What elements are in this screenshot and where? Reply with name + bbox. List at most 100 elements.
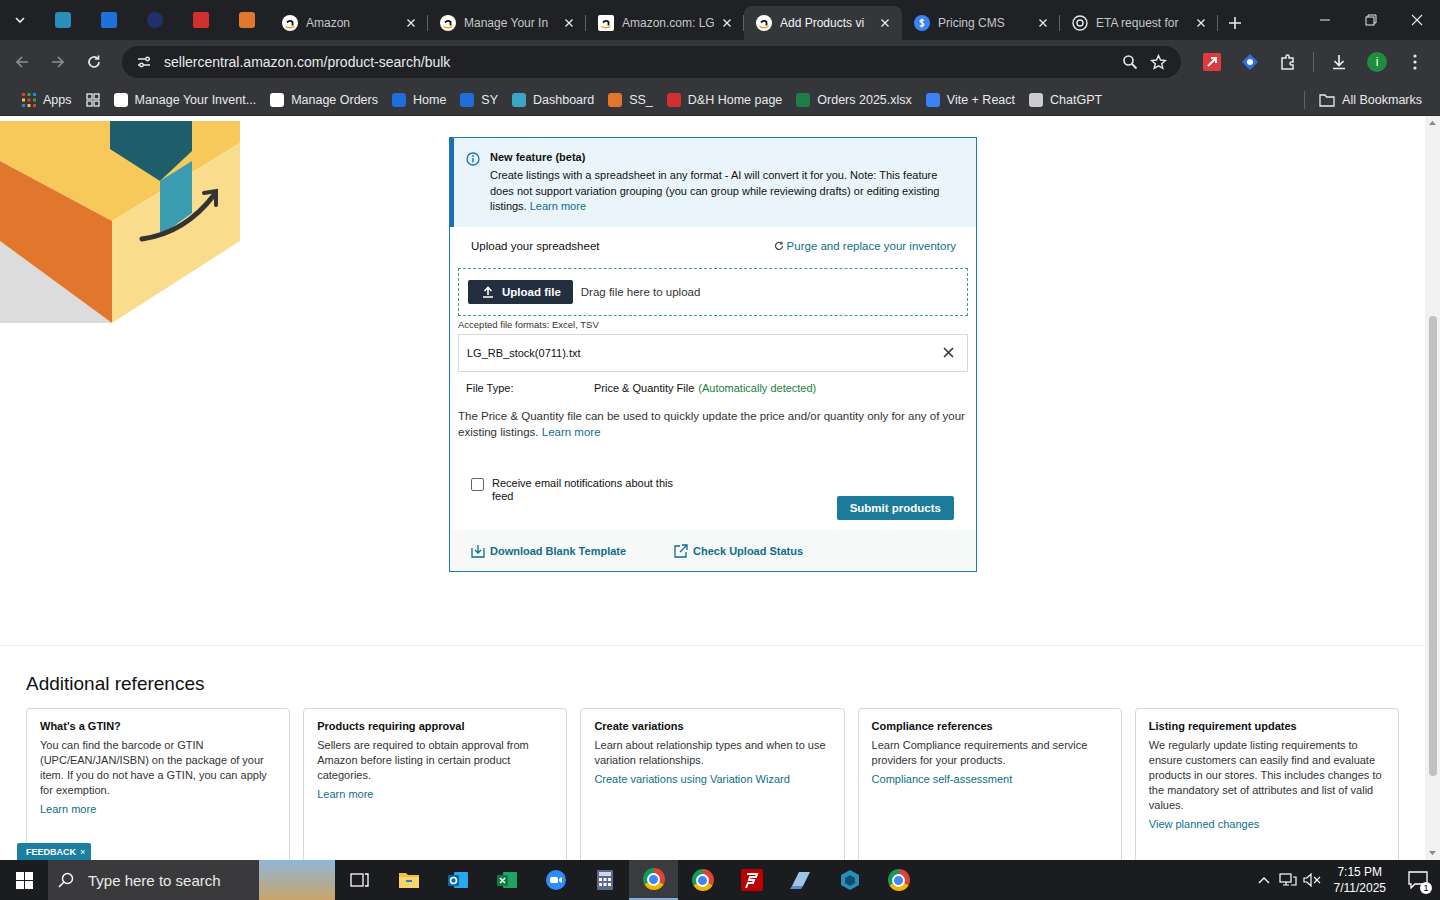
outlook-taskbar-button[interactable] xyxy=(433,860,482,900)
chrome-taskbar-button[interactable] xyxy=(629,860,678,900)
bookmark[interactable]: Dashboard xyxy=(506,89,600,111)
checkbox[interactable] xyxy=(471,478,484,491)
taskbar-search[interactable]: Type here to search xyxy=(48,860,335,900)
screen: AmazonManage Your InAmazon.com: LGAdd Pr… xyxy=(0,0,1440,900)
close-icon[interactable] xyxy=(406,18,416,28)
forward-button[interactable] xyxy=(42,46,74,78)
learn-more-link[interactable]: Learn more xyxy=(530,200,586,212)
footer-link[interactable]: Check Upload Status xyxy=(674,544,803,558)
close-icon[interactable] xyxy=(1196,18,1206,28)
volume-button[interactable] xyxy=(1300,860,1324,900)
tab-strip: AmazonManage Your InAmazon.com: LGAdd Pr… xyxy=(0,0,1440,40)
card-link[interactable]: Learn more xyxy=(317,788,373,800)
task-view-taskbar-button[interactable] xyxy=(335,860,384,900)
chrome-taskbar-button[interactable] xyxy=(678,860,727,900)
pinned-tab[interactable] xyxy=(86,0,132,40)
close-icon[interactable] xyxy=(880,18,890,28)
browser-tab[interactable]: Amazon.com: LG xyxy=(586,6,744,40)
card-link[interactable]: Compliance self-assessment xyxy=(872,773,1013,785)
bookmark[interactable]: ChatGPT xyxy=(1023,89,1108,111)
close-icon[interactable] xyxy=(1038,18,1048,28)
file-dropzone[interactable]: Upload fileDrag file here to upload xyxy=(458,268,968,316)
show-hidden-icons-button[interactable] xyxy=(1252,860,1276,900)
browser-tab[interactable]: Add Products vi xyxy=(744,6,902,40)
zoom-icon[interactable] xyxy=(1122,54,1138,70)
pinned-tab[interactable] xyxy=(178,0,224,40)
volume-muted-icon xyxy=(1303,873,1321,887)
star-icon[interactable] xyxy=(1150,54,1167,71)
new-tab-button[interactable] xyxy=(1218,6,1252,40)
network-icon xyxy=(1279,873,1297,887)
scrollbar[interactable] xyxy=(1425,116,1440,860)
email-notification-option[interactable]: Receive email notifications about this f… xyxy=(471,477,686,503)
card-link[interactable]: View planned changes xyxy=(1149,818,1260,830)
scroll-up-icon[interactable] xyxy=(1425,116,1440,130)
submit-products-button[interactable]: Submit products xyxy=(837,496,954,520)
browser-tab[interactable]: ETA request for xyxy=(1060,6,1218,40)
browser-tab[interactable]: Pricing CMS xyxy=(902,6,1060,40)
all-bookmarks-button[interactable]: All Bookmarks xyxy=(1313,89,1428,111)
excel-taskbar-button[interactable] xyxy=(482,860,531,900)
feedback-close[interactable]: × xyxy=(80,847,85,857)
bookmark[interactable]: Home xyxy=(386,89,452,111)
clock[interactable]: 7:15 PM7/11/2025 xyxy=(1324,864,1397,896)
zoom-taskbar-button[interactable] xyxy=(531,860,580,900)
profile-avatar[interactable]: i xyxy=(1367,52,1387,72)
panel-footer: Download Blank Template Check Upload Stat… xyxy=(450,530,976,571)
card-link[interactable]: Learn more xyxy=(40,803,96,815)
close-icon[interactable] xyxy=(722,18,732,28)
browser-tab[interactable]: Amazon xyxy=(270,6,428,40)
scroll-down-icon[interactable] xyxy=(1425,846,1440,860)
hex-app-taskbar-button[interactable] xyxy=(825,860,874,900)
bookmark[interactable]: Vite + React xyxy=(920,89,1021,111)
pinned-tab[interactable] xyxy=(224,0,270,40)
bookmark[interactable]: Orders 2025.xlsx xyxy=(790,89,917,111)
learn-more-link[interactable]: Learn more xyxy=(542,426,601,438)
notes-taskbar-button[interactable] xyxy=(776,860,825,900)
start-button[interactable] xyxy=(0,860,48,900)
feedback-badge[interactable]: FEEDBACK× xyxy=(17,843,91,860)
tab-search-button[interactable] xyxy=(0,0,40,40)
network-button[interactable] xyxy=(1276,860,1300,900)
purge-inventory-link[interactable]: Purge and replace your inventory xyxy=(774,240,956,252)
notification-center-button[interactable]: 1 xyxy=(1396,860,1440,900)
card-title: Create variations xyxy=(594,719,830,734)
file-explorer-taskbar-button[interactable] xyxy=(384,860,433,900)
pinned-tab[interactable] xyxy=(40,0,86,40)
pinned-tab[interactable] xyxy=(132,0,178,40)
accepted-formats: Accepted file formats: Excel, TSV xyxy=(458,316,968,334)
reload-button[interactable] xyxy=(78,46,110,78)
back-button[interactable] xyxy=(6,46,38,78)
bookmark[interactable]: D&H Home page xyxy=(661,89,789,111)
bookmark[interactable]: Apps xyxy=(16,89,78,111)
address-bar[interactable]: sellercentral.amazon.com/product-search/… xyxy=(122,46,1181,78)
download-icon xyxy=(1330,53,1348,71)
minimize-button[interactable] xyxy=(1302,0,1348,40)
bookmark[interactable]: SS_ xyxy=(602,89,659,111)
card-text: We regularly update listing requirements… xyxy=(1149,738,1385,813)
extension-button[interactable] xyxy=(1195,46,1229,78)
bookmark[interactable]: Manage Your Invent... xyxy=(108,89,263,111)
menu-button[interactable] xyxy=(1398,46,1432,78)
extensions-menu-button[interactable] xyxy=(1271,46,1305,78)
close-window-button[interactable] xyxy=(1394,0,1440,40)
chrome-profile-taskbar-button[interactable] xyxy=(874,860,923,900)
clock-date: 7/11/2025 xyxy=(1334,880,1387,896)
scrollbar-thumb[interactable] xyxy=(1429,316,1437,776)
card-link[interactable]: Create variations using Variation Wizard xyxy=(594,773,789,785)
bookmark[interactable]: SY xyxy=(454,89,504,111)
restore-button[interactable] xyxy=(1348,0,1394,40)
tab-groups-bookmark[interactable] xyxy=(80,89,106,111)
upload-file-button[interactable]: Upload file xyxy=(468,280,573,304)
downloads-button[interactable] xyxy=(1322,46,1356,78)
remove-file-icon[interactable] xyxy=(943,347,954,358)
extension-button[interactable] xyxy=(1233,46,1267,78)
bookmark[interactable]: Manage Orders xyxy=(264,89,384,111)
footer-link[interactable]: Download Blank Template xyxy=(471,544,626,558)
calculator-taskbar-button[interactable] xyxy=(580,860,629,900)
browser-tab[interactable]: Manage Your In xyxy=(428,6,586,40)
close-icon[interactable] xyxy=(564,18,574,28)
filezilla-taskbar-button[interactable] xyxy=(727,860,776,900)
bookmark-label: Vite + React xyxy=(947,93,1015,107)
site-settings-icon[interactable] xyxy=(136,54,152,70)
